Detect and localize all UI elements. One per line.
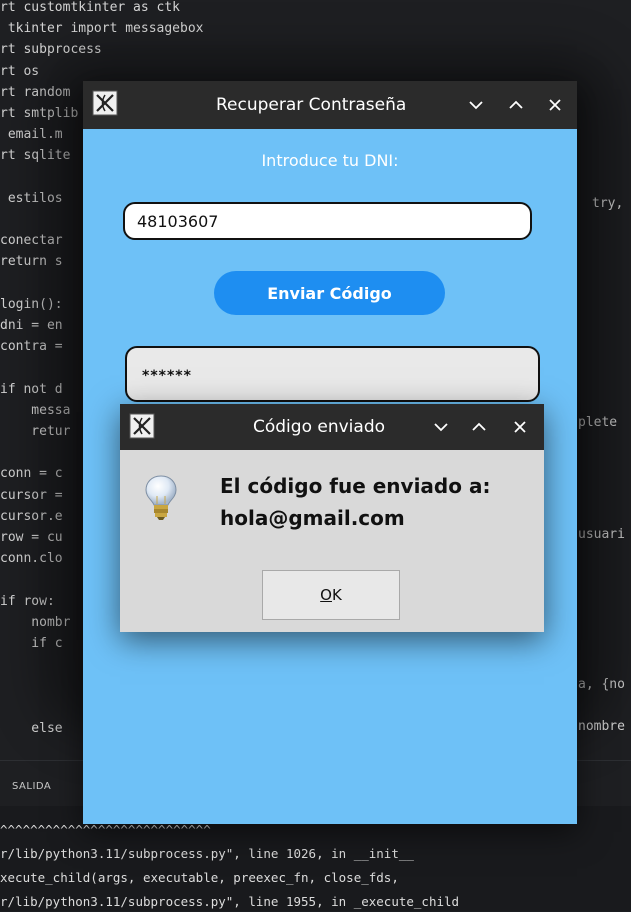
minimize-button[interactable] bbox=[463, 81, 489, 129]
recover-window-titlebar[interactable]: Recuperar Contraseña bbox=[83, 81, 577, 129]
code-sent-dialog: Código enviado El código fue enviado a: … bbox=[120, 404, 544, 632]
ok-label-rest: K bbox=[331, 586, 342, 604]
chevron-up-icon bbox=[509, 100, 523, 109]
password-field[interactable]: ****** bbox=[125, 346, 540, 402]
app-icon bbox=[92, 90, 118, 116]
terminal-line: r/lib/python3.11/subprocess.py", line 10… bbox=[0, 846, 414, 861]
code-line: rt customtkinter as ctk bbox=[0, 0, 181, 15]
recover-window-title: Recuperar Contraseña bbox=[216, 95, 407, 115]
dialog-message-line: El código fue enviado a: bbox=[220, 474, 491, 498]
dni-label: Introduce tu DNI: bbox=[261, 151, 399, 170]
app-icon bbox=[129, 413, 155, 439]
close-button[interactable] bbox=[507, 404, 533, 450]
lightbulb-icon bbox=[145, 475, 177, 520]
dialog-title: Código enviado bbox=[253, 417, 386, 437]
dialog-titlebar[interactable]: Código enviado bbox=[120, 404, 544, 450]
chevron-up-icon bbox=[472, 422, 486, 431]
close-icon bbox=[549, 99, 561, 111]
ok-mnemonic: O bbox=[320, 586, 332, 604]
chevron-down-icon bbox=[434, 423, 448, 432]
chevron-down-icon bbox=[469, 101, 483, 110]
terminal-line: xecute_child(args, executable, preexec_f… bbox=[0, 870, 399, 885]
maximize-button[interactable] bbox=[503, 81, 529, 129]
tab-output[interactable]: SALIDA bbox=[12, 781, 51, 792]
password-mask: ****** bbox=[142, 368, 192, 384]
ok-button[interactable]: OK bbox=[262, 570, 400, 620]
close-icon bbox=[514, 421, 526, 433]
terminal-line: r/lib/python3.11/subprocess.py", line 19… bbox=[0, 894, 460, 909]
close-button[interactable] bbox=[542, 81, 568, 129]
dni-input[interactable] bbox=[123, 202, 532, 240]
send-code-button[interactable]: Enviar Código bbox=[214, 271, 445, 315]
code-line: rt os bbox=[0, 63, 40, 79]
minimize-button[interactable] bbox=[428, 404, 454, 450]
maximize-button[interactable] bbox=[466, 404, 492, 450]
dialog-email: hola@gmail.com bbox=[220, 506, 405, 530]
code-line: else bbox=[0, 720, 63, 736]
dialog-message: El código fue enviado a: hola@gmail.com bbox=[220, 470, 490, 534]
code-line: tkinter import messagebox bbox=[0, 21, 204, 37]
